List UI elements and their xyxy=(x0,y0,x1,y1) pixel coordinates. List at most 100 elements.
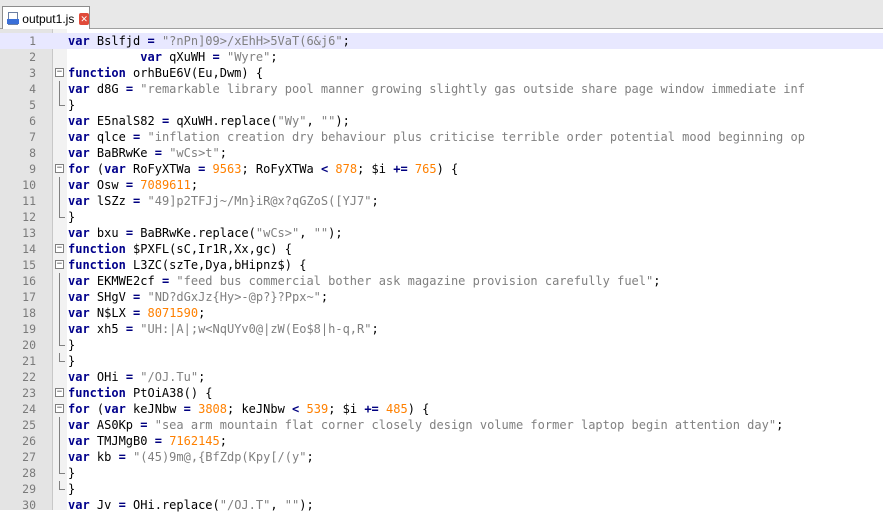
code-token: ; xyxy=(306,450,314,464)
code-token: PtOiA38() { xyxy=(125,386,213,400)
code-line[interactable]: 22 var OHi = "/OJ.Tu"; xyxy=(0,369,883,385)
code-token: var xyxy=(68,130,90,144)
code-token: "inflation creation dry behaviour plus c… xyxy=(147,130,805,144)
code-token: var xyxy=(68,194,90,208)
code-text: var E5nalS82 = qXuWH.replace("Wy", ""); xyxy=(68,113,350,129)
code-text: var kb = "(45)9m@,{BfZdp(Kpy[/(y"; xyxy=(68,449,314,465)
code-line[interactable]: 27 var kb = "(45)9m@,{BfZdp(Kpy[/(y"; xyxy=(0,449,883,465)
code-token: qlce xyxy=(89,130,134,144)
fold-end-line xyxy=(59,465,60,473)
code-line[interactable]: 17 var SHgV = "ND?dGxJz{Hy>-@p?}?Ppx~"; xyxy=(0,289,883,305)
code-line[interactable]: 18 var N$LX = 8071590; xyxy=(0,305,883,321)
code-token: OHi xyxy=(89,370,126,384)
code-token: var xyxy=(68,306,90,320)
fold-toggle-icon[interactable]: − xyxy=(55,164,64,173)
code-line[interactable]: 11 var lSZz = "49]p2TFJj~/Mn}iR@x?qGZoS([… xyxy=(0,193,883,209)
code-token: 539 xyxy=(306,402,329,416)
tab-bar: output1.js ✕ xyxy=(0,0,883,30)
code-line[interactable]: 29} xyxy=(0,481,883,497)
fold-line xyxy=(59,449,60,465)
fold-line xyxy=(59,177,60,193)
code-line[interactable]: 19 var xh5 = "UH:|A|;w<NqUYv0@|zW(Eo$8|h-… xyxy=(0,321,883,337)
line-number: 11 xyxy=(22,194,36,208)
code-text: var d8G = "remarkable library pool manne… xyxy=(68,81,805,97)
code-line[interactable]: 7 var qlce = "inflation creation dry beha… xyxy=(0,129,883,145)
code-token: = xyxy=(125,322,134,336)
line-number: 28 xyxy=(22,466,36,480)
code-token: ; xyxy=(371,322,379,336)
code-token: "feed bus commercial bother ask magazine… xyxy=(176,274,654,288)
code-line[interactable]: 16 var EKMWE2cf = "feed bus commercial bo… xyxy=(0,273,883,289)
code-text: var EKMWE2cf = "feed bus commercial both… xyxy=(68,273,660,289)
fold-line xyxy=(59,417,60,433)
line-number: 6 xyxy=(29,114,36,128)
code-text: } xyxy=(68,209,75,225)
code-line[interactable]: 9 − for (var RoFyXTWa = 9563; RoFyXTWa < 8… xyxy=(0,161,883,177)
code-token: ; $i xyxy=(328,402,365,416)
code-line[interactable]: 8 var BaBRwKe = "wCs>t"; xyxy=(0,145,883,161)
code-line[interactable]: 14 − function $PXFL(sC,Ir1R,Xx,gc) { xyxy=(0,241,883,257)
code-token: = xyxy=(154,434,162,448)
code-token: += xyxy=(393,162,408,176)
code-line[interactable]: 1 var Bslfjd = "?nPn]09>/xEhH>5VaT(6&j6"; xyxy=(0,33,883,49)
fold-toggle-icon[interactable]: − xyxy=(55,404,64,413)
fold-toggle-icon[interactable]: − xyxy=(55,260,64,269)
code-line[interactable]: 26 var TMJMgB0 = 7162145; xyxy=(0,433,883,449)
code-token: = xyxy=(147,34,155,48)
fold-toggle-icon[interactable]: − xyxy=(55,68,64,77)
fold-toggle-icon[interactable]: − xyxy=(55,244,64,253)
code-line[interactable]: 4 var d8G = "remarkable library pool mann… xyxy=(0,81,883,97)
code-token: } xyxy=(68,210,76,224)
code-token: "" xyxy=(320,114,336,128)
code-line[interactable]: 10 var Osw = 7089611; xyxy=(0,177,883,193)
line-number: 24 xyxy=(22,402,36,416)
line-number: 25 xyxy=(22,418,36,432)
close-tab-icon[interactable]: ✕ xyxy=(79,12,89,25)
code-line[interactable]: 3 − function orhBuE6V(Eu,Dwm) { xyxy=(0,65,883,81)
code-token: var xyxy=(68,114,90,128)
code-line[interactable]: 6 var E5nalS82 = qXuWH.replace("Wy", ""); xyxy=(0,113,883,129)
line-number: 17 xyxy=(22,290,36,304)
code-text: var Osw = 7089611; xyxy=(68,177,198,193)
code-text: var qlce = "inflation creation dry behav… xyxy=(68,129,805,145)
fold-end-tick xyxy=(59,361,65,362)
code-token: ); xyxy=(328,226,343,240)
code-line[interactable]: 13 var bxu = BaBRwKe.replace("wCs>", ""); xyxy=(0,225,883,241)
fold-toggle-icon[interactable]: − xyxy=(55,388,64,397)
code-token: "wCs>t" xyxy=(169,146,220,160)
code-line[interactable]: 21} xyxy=(0,353,883,369)
code-line[interactable]: 12} xyxy=(0,209,883,225)
code-line[interactable]: 2 var qXuWH = "Wyre"; xyxy=(0,49,883,65)
code-text: var TMJMgB0 = 7162145; xyxy=(68,433,227,449)
code-token: = xyxy=(140,418,148,432)
line-number: 26 xyxy=(22,434,36,448)
line-number: 14 xyxy=(22,242,36,256)
code-line[interactable]: 30 var Jv = OHi.replace("/OJ.T", ""); xyxy=(0,497,883,513)
code-editor[interactable]: 1 var Bslfjd = "?nPn]09>/xEhH>5VaT(6&j6";… xyxy=(0,29,883,513)
code-token: function xyxy=(68,242,126,256)
line-number: 4 xyxy=(29,82,36,96)
code-line[interactable]: 25 var AS0Kp = "sea arm mountain flat cor… xyxy=(0,417,883,433)
line-number: 7 xyxy=(29,130,36,144)
code-line[interactable]: 5} xyxy=(0,97,883,113)
code-text: var OHi = "/OJ.Tu"; xyxy=(68,369,205,385)
code-line[interactable]: 20} xyxy=(0,337,883,353)
code-token: var xyxy=(68,450,90,464)
line-number: 20 xyxy=(22,338,36,352)
code-text: var BaBRwKe = "wCs>t"; xyxy=(68,145,227,161)
code-line[interactable]: 28} xyxy=(0,465,883,481)
code-token: "49]p2TFJj~/Mn}iR@x?qGZoS([YJ7" xyxy=(147,194,372,208)
code-token: var xyxy=(68,178,90,192)
code-text: function orhBuE6V(Eu,Dwm) { xyxy=(68,65,263,81)
fold-line xyxy=(59,433,60,449)
code-line[interactable]: 15 − function L3ZC(szTe,Dya,bHipnz$) { xyxy=(0,257,883,273)
code-line[interactable]: 24 − for (var keJNbw = 3808; keJNbw < 539;… xyxy=(0,401,883,417)
fold-end-line xyxy=(59,353,60,361)
line-number: 9 xyxy=(29,162,36,176)
code-token: "wCs>" xyxy=(255,226,300,240)
code-line[interactable]: 23 − function PtOiA38() { xyxy=(0,385,883,401)
tab-output1-js[interactable]: output1.js ✕ xyxy=(2,6,90,30)
code-token: "?nPn]09>/xEhH>5VaT(6&j6" xyxy=(161,34,343,48)
code-token: var xyxy=(140,50,162,64)
